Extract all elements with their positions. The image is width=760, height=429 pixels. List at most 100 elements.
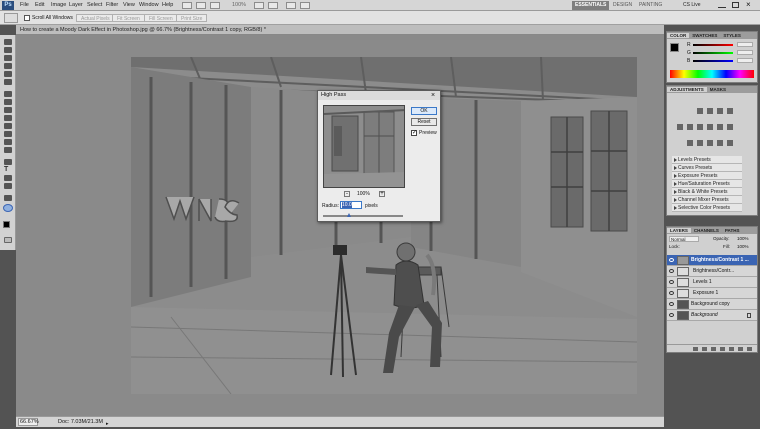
tab-swatches[interactable]: SWATCHES	[689, 33, 720, 38]
pen-tool-icon[interactable]	[4, 159, 12, 165]
arrange-documents-icon[interactable]	[286, 2, 296, 9]
dialog-close-icon[interactable]: ×	[431, 91, 435, 100]
preset-curves[interactable]: Curves Presets	[672, 164, 742, 172]
menu-layer[interactable]: Layer	[69, 2, 83, 8]
channel-b-value[interactable]	[737, 58, 753, 63]
type-tool-icon[interactable]: T	[4, 166, 12, 173]
minimize-icon[interactable]	[718, 2, 726, 8]
selective-color-adj-icon[interactable]	[727, 140, 733, 146]
visibility-eye-icon[interactable]	[669, 313, 674, 317]
link-layers-icon[interactable]	[693, 347, 698, 351]
hand-tool-icon[interactable]	[4, 195, 12, 201]
quick-select-tool-icon[interactable]	[4, 63, 12, 69]
blur-tool-icon[interactable]	[4, 139, 12, 145]
eyedropper-tool-icon[interactable]	[4, 79, 12, 85]
visibility-eye-icon[interactable]	[669, 269, 674, 273]
threshold-adj-icon[interactable]	[707, 140, 713, 146]
brush-tool-icon[interactable]	[4, 99, 12, 105]
zoom-tool-preset-icon[interactable]	[4, 13, 18, 23]
shape-tool-icon[interactable]	[4, 183, 12, 189]
zoom-field[interactable]: 66.67%	[18, 418, 39, 426]
bridge-icon[interactable]	[182, 2, 192, 9]
new-group-icon[interactable]	[729, 347, 734, 351]
crop-tool-icon[interactable]	[4, 71, 12, 77]
print-size-button[interactable]: Print Size	[176, 14, 208, 22]
exposure-adj-icon[interactable]	[727, 108, 733, 114]
preview-zoom-out-button[interactable]: -	[344, 191, 350, 197]
radius-slider-thumb[interactable]	[347, 213, 352, 217]
tab-color[interactable]: COLOR	[667, 33, 690, 38]
gradient-tool-icon[interactable]	[4, 131, 12, 137]
quick-mask-icon[interactable]	[4, 237, 12, 243]
eraser-tool-icon[interactable]	[4, 123, 12, 129]
actual-pixels-button[interactable]: Actual Pixels	[76, 14, 115, 22]
new-adjustment-icon[interactable]	[720, 347, 725, 351]
ok-button[interactable]: OK	[411, 107, 437, 115]
preview-checkbox[interactable]: ✓	[411, 130, 417, 136]
menu-help[interactable]: Help	[162, 2, 173, 8]
trash-icon[interactable]	[747, 347, 752, 351]
blend-mode-select[interactable]: Normal	[669, 236, 699, 242]
radius-input[interactable]: 10.0	[340, 201, 362, 209]
levels-adj-icon[interactable]	[707, 108, 713, 114]
channel-r-value[interactable]	[737, 42, 753, 47]
preview-zoom-in-button[interactable]: +	[379, 191, 385, 197]
black-white-adj-icon[interactable]	[707, 124, 713, 130]
hand-icon[interactable]	[254, 2, 264, 9]
fill-value[interactable]: 100%	[737, 244, 749, 249]
invert-adj-icon[interactable]	[687, 140, 693, 146]
scroll-all-checkbox[interactable]	[24, 15, 30, 21]
opacity-value[interactable]: 100%	[737, 236, 749, 241]
cs-live[interactable]: CS Live	[680, 1, 704, 10]
preset-exposure[interactable]: Exposure Presets	[672, 172, 742, 180]
zoom-tool-icon[interactable]	[3, 204, 13, 212]
filter-preview[interactable]	[323, 105, 405, 188]
layer-row[interactable]: Levels 1	[667, 277, 757, 288]
zoom-level[interactable]: 100%	[232, 2, 246, 8]
workspace-essentials[interactable]: ESSENTIALS	[572, 1, 610, 10]
channel-mixer-adj-icon[interactable]	[727, 124, 733, 130]
menu-edit[interactable]: Edit	[35, 2, 44, 8]
lasso-tool-icon[interactable]	[4, 55, 12, 61]
tab-masks[interactable]: MASKS	[707, 87, 729, 92]
history-brush-tool-icon[interactable]	[4, 115, 12, 121]
move-tool-icon[interactable]	[4, 39, 12, 45]
path-selection-tool-icon[interactable]	[4, 175, 12, 181]
menu-view[interactable]: View	[123, 2, 135, 8]
curves-adj-icon[interactable]	[717, 108, 723, 114]
status-menu-arrow-icon[interactable]: ▸	[106, 419, 109, 429]
preset-selective-color[interactable]: Selective Color Presets	[672, 204, 742, 212]
menu-window[interactable]: Window	[139, 2, 159, 8]
layer-row[interactable]: Exposure 1	[667, 288, 757, 299]
preset-channel-mixer[interactable]: Channel Mixer Presets	[672, 196, 742, 204]
menu-file[interactable]: File	[20, 2, 29, 8]
menu-select[interactable]: Select	[87, 2, 102, 8]
tab-layers[interactable]: LAYERS	[667, 228, 691, 233]
reset-button[interactable]: Reset	[411, 118, 437, 126]
preset-hue-saturation[interactable]: Hue/Saturation Presets	[672, 180, 742, 188]
color-fg-swatch[interactable]	[670, 43, 679, 52]
photo-filter-adj-icon[interactable]	[717, 124, 723, 130]
gradient-map-adj-icon[interactable]	[717, 140, 723, 146]
brightness-contrast-adj-icon[interactable]	[697, 108, 703, 114]
fit-screen-button[interactable]: Fit Screen	[112, 14, 145, 22]
visibility-eye-icon[interactable]	[669, 302, 674, 306]
radius-slider-track[interactable]	[323, 213, 403, 217]
visibility-eye-icon[interactable]	[669, 258, 674, 262]
visibility-eye-icon[interactable]	[669, 280, 674, 284]
new-layer-icon[interactable]	[738, 347, 743, 351]
channel-g-slider[interactable]	[693, 52, 733, 54]
tab-adjustments[interactable]: ADJUSTMENTS	[667, 87, 707, 92]
channel-r-slider[interactable]	[693, 44, 733, 46]
layer-row[interactable]: Background copy	[667, 299, 757, 310]
add-mask-icon[interactable]	[711, 347, 716, 351]
clone-stamp-tool-icon[interactable]	[4, 107, 12, 113]
posterize-adj-icon[interactable]	[697, 140, 703, 146]
workspace-painting[interactable]: PAINTING	[636, 1, 665, 10]
close-icon[interactable]: ×	[746, 0, 751, 9]
mini-bridge-icon[interactable]	[196, 2, 206, 9]
screen-mode-icon[interactable]	[300, 2, 310, 9]
rotate-view-icon[interactable]	[268, 2, 278, 9]
dodge-tool-icon[interactable]	[4, 147, 12, 153]
preset-black-white[interactable]: Black & White Presets	[672, 188, 742, 196]
